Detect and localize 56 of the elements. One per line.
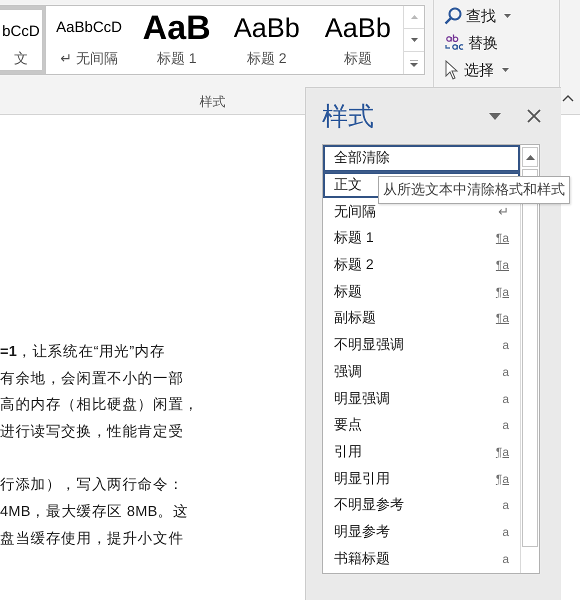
tooltip: 从所选文本中清除格式和样式 — [378, 176, 570, 204]
style-list-item[interactable]: 全部清除 — [323, 145, 520, 172]
style-gallery-item[interactable]: bCcD 文 — [0, 6, 46, 74]
character-style-icon: a — [502, 498, 509, 512]
style-gallery-item[interactable]: AaB 标题 1 — [132, 6, 221, 74]
linked-style-icon: ¶a — [496, 311, 509, 326]
style-gallery-item[interactable]: AaBbCcD ↵ 无间隔 — [46, 6, 132, 74]
style-list-item[interactable]: 书籍标题 a — [323, 545, 520, 572]
text-line: 盘当缓存使用，提升小文件 — [0, 530, 185, 549]
style-gallery-item[interactable]: AaBb 标题 — [312, 6, 404, 74]
style-preview: AaBb — [324, 12, 391, 45]
linked-style-icon: ¶a — [496, 231, 509, 246]
text-line: 有余地，会闲置不小的一部 — [0, 370, 185, 389]
style-preview: AaBb — [234, 12, 300, 45]
linked-style-icon: ¶a — [496, 444, 509, 459]
style-preview: AaBbCcD — [56, 18, 122, 38]
find-button[interactable]: 查找 — [444, 4, 559, 28]
style-name: 文 — [14, 50, 28, 68]
style-gallery-item[interactable]: AaBb 标题 2 — [220, 6, 313, 74]
replace-button[interactable]: 替换 — [444, 31, 559, 55]
style-preview: AaB — [142, 10, 211, 46]
select-button[interactable]: 选择 — [444, 58, 559, 82]
style-name: ↵ 无间隔 — [60, 50, 118, 68]
character-style-icon: a — [502, 552, 509, 566]
character-style-icon: a — [502, 364, 509, 379]
linked-style-icon: ¶a — [496, 258, 509, 272]
style-list-item[interactable]: 明显参考 a — [323, 518, 520, 546]
group-label: 样式 — [200, 93, 226, 111]
style-list-item[interactable]: 要点 a — [323, 412, 520, 439]
linked-style-icon: ¶a — [496, 472, 509, 486]
character-style-icon: a — [502, 524, 509, 539]
style-list-item[interactable]: 不明显强调 a — [323, 332, 520, 358]
style-name: 标题 2 — [246, 50, 287, 68]
style-list-item[interactable]: 标题 2 ¶a — [323, 252, 520, 278]
text-line: 行添加），写入两行命令： — [0, 476, 185, 496]
text-line: 进行读写交换，性能肯定受 — [0, 422, 185, 442]
style-name: 标题 — [344, 50, 372, 68]
linked-style-icon: ¶a — [496, 284, 509, 299]
character-style-icon: a — [502, 392, 509, 406]
style-name: 标题 1 — [156, 50, 197, 68]
style-list-item[interactable]: 副标题 ¶a — [323, 305, 520, 332]
style-preview: bCcD — [2, 22, 40, 42]
character-style-icon: a — [502, 338, 509, 352]
character-style-icon: a — [502, 418, 509, 432]
style-list-item[interactable]: 引用 ¶a — [323, 438, 520, 466]
text-line: =1，让系统在“用光”内存 — [0, 343, 166, 362]
pane-title: 样式 — [322, 100, 374, 132]
text-line: 4MB，最大缓存区 8MB。这 — [0, 503, 190, 522]
style-list-item[interactable]: 标题 ¶a — [323, 278, 520, 306]
style-list-item[interactable]: 明显引用 ¶a — [323, 465, 520, 492]
text-line: 高的内存（相比硬盘）闲置， — [0, 396, 200, 416]
style-list-item[interactable]: 标题 1 ¶a — [323, 225, 520, 252]
style-list-item[interactable]: 强调 a — [323, 358, 520, 386]
style-list-item[interactable]: 不明显参考 a — [323, 492, 520, 519]
paragraph-style-icon: ↵ — [498, 204, 509, 220]
style-list-item[interactable]: 明显强调 a — [323, 385, 520, 412]
